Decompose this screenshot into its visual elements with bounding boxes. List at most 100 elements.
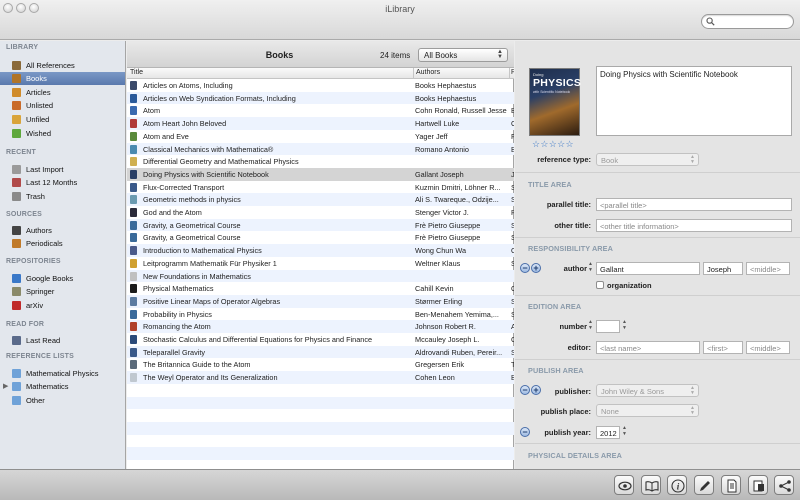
edition-number-field[interactable] [596, 320, 620, 333]
row-extra: F [511, 131, 514, 141]
author-stepper[interactable]: ▲ ▼ [588, 261, 593, 274]
book-thumbnail-icon [130, 169, 137, 179]
author-middle-name-field[interactable]: <middle> [746, 262, 790, 275]
column-authors[interactable]: Authors [416, 69, 440, 76]
book-thumbnail-icon [130, 271, 137, 281]
table-row[interactable]: Romancing the Atom Johnson Robert R. A [127, 320, 514, 333]
search-input[interactable] [717, 16, 789, 27]
sidebar-item-articles[interactable]: Articles [0, 86, 125, 99]
sidebar-item-periodicals[interactable]: Periodicals [0, 237, 125, 250]
publish-year-stepper[interactable]: ▲ ▼ [622, 425, 627, 438]
column-extra[interactable]: P [511, 69, 514, 76]
column-divider[interactable] [413, 68, 414, 79]
number-stepper[interactable]: ▲ ▼ [588, 319, 593, 332]
editor-middle-name-field[interactable]: <middle> [746, 341, 790, 354]
column-divider[interactable] [509, 68, 510, 79]
table-row[interactable]: Articles on Atoms, Including Books Hephae… [127, 79, 514, 92]
sidebar-item-arxiv[interactable]: arXiv [0, 299, 125, 312]
filter-popup[interactable]: All Books ▲ ▼ [418, 48, 508, 62]
row-authors: Cohn Ronald, Russell Jesse [415, 106, 507, 116]
table-row[interactable]: Flux-Corrected Transport Kuzmin Dmitri, L… [127, 181, 514, 194]
table-row[interactable]: Leitprogramm Mathematik Für Physiker 1 We… [127, 257, 514, 270]
organization-checkbox[interactable] [596, 281, 604, 289]
book-thumbnail-icon [130, 81, 137, 90]
sidebar-item-unlisted[interactable]: Unlisted [0, 99, 125, 112]
book-thumbnail-icon [130, 258, 137, 268]
table-row[interactable]: The Britannica Guide to the Atom Gregerse… [127, 358, 514, 371]
table-row[interactable]: The Weyl Operator and Its Generalization… [127, 371, 514, 384]
table-row[interactable]: Geometric methods in physics Ali S. Tware… [127, 193, 514, 206]
disclosure-triangle-icon[interactable]: ▶ [3, 382, 8, 390]
sidebar-item-label: Last Read [26, 336, 61, 345]
book-thumbnail-icon [130, 335, 137, 344]
sidebar-item-all-references[interactable]: All References [0, 59, 125, 72]
organization-label: organization [607, 281, 652, 290]
table-row[interactable]: Classical Mechanics with Mathematica® Rom… [127, 142, 514, 156]
sidebar-item-label: Trash [26, 192, 45, 201]
table-row[interactable]: Atom Heart John Beloved Hartwell Luke C [127, 117, 514, 130]
sidebar-item-label: Books [26, 74, 47, 83]
sidebar-item-unfiled[interactable]: Unfiled [0, 113, 125, 126]
editor-first-name-field[interactable]: <first> [703, 341, 743, 354]
edition-number-stepper[interactable]: ▲ ▼ [622, 319, 627, 332]
table-row[interactable]: Introduction to Mathematical Physics Wong… [127, 244, 514, 257]
share-button[interactable] [774, 475, 794, 495]
search-field[interactable] [701, 14, 794, 29]
column-title[interactable]: Title [130, 69, 143, 76]
table-row[interactable]: Physical Mathematics Cahill Kevin C [127, 282, 514, 295]
sidebar-item-mathematics[interactable]: ▶ Mathematics [0, 380, 125, 393]
edit-button[interactable] [694, 475, 714, 495]
sidebar-item-last-import[interactable]: Last Import [0, 163, 125, 176]
parallel-title-field[interactable]: <parallel title> [596, 198, 792, 211]
table-row[interactable]: Probability in Physics Ben-Menahem Yemima… [127, 308, 514, 321]
table-row[interactable]: Articles on Web Syndication Formats, Inc… [127, 91, 514, 105]
add-author-button[interactable]: + [531, 263, 541, 273]
table-row[interactable]: Gravity, a Geometrical Course Frè Pietro … [127, 231, 514, 244]
sidebar-item-trash[interactable]: Trash [0, 190, 125, 203]
editor-last-name-field[interactable]: <last name> [596, 341, 700, 354]
sidebar-item-google-books[interactable]: Google Books [0, 272, 125, 285]
sidebar-item-springer[interactable]: Springer [0, 285, 125, 298]
row-extra: B [511, 144, 514, 154]
publish-year-field[interactable]: 2012 [596, 426, 620, 439]
sidebar-section-heading: REPOSITORIES [6, 258, 61, 265]
table-row[interactable]: Gravity, a Geometrical Course Frè Pietro … [127, 218, 514, 232]
table-row[interactable]: God and the Atom Stenger Victor J. P [127, 206, 514, 219]
info-icon: i [671, 479, 685, 493]
sidebar-item-last-read[interactable]: Last Read [0, 334, 125, 347]
export-button[interactable] [748, 475, 768, 495]
app-window: iLibrary LIBRARY All References Books Artic… [0, 0, 800, 500]
sidebar-item-mathematical-physics[interactable]: Mathematical Physics [0, 367, 125, 380]
author-last-name-field[interactable]: Gallant [596, 262, 700, 275]
sidebar-item-other[interactable]: Other [0, 394, 125, 407]
table-row[interactable]: Teleparallel Gravity Aldrovandi Ruben, Pe… [127, 345, 514, 359]
reference-type-popup[interactable]: Book ▲ ▼ [596, 153, 699, 166]
sidebar-item-wished[interactable]: Wished [0, 127, 125, 140]
book-thumbnail-icon [130, 208, 137, 217]
publish-place-popup[interactable]: None ▲ ▼ [596, 404, 699, 417]
remove-author-button[interactable]: − [520, 263, 530, 273]
document-button[interactable] [721, 475, 741, 495]
book-cover-image[interactable]: Doing PHYSICS with Scientific Notebook [529, 68, 581, 136]
table-row[interactable]: Atom and Eve Yager Jeff F [127, 130, 514, 143]
publish-area-heading: PUBLISH AREA [528, 366, 584, 375]
sidebar-item-last-12-months[interactable]: Last 12 Months [0, 176, 125, 189]
publisher-popup[interactable]: John Wiley & Sons ▲ ▼ [596, 384, 699, 397]
read-button[interactable] [641, 475, 661, 495]
row-authors: Yager Jeff [415, 131, 448, 141]
calendar-icon [12, 178, 21, 187]
table-row[interactable]: New Foundations in Mathematics [127, 269, 514, 283]
preview-button[interactable] [614, 475, 634, 495]
table-row[interactable]: Doing Physics with Scientific Notebook Ga… [127, 167, 514, 181]
other-title-field[interactable]: <other title information> [596, 219, 792, 232]
title-text-area[interactable]: Doing Physics with Scientific Notebook [596, 66, 792, 136]
table-row[interactable]: Stochastic Calculus and Differential Equ… [127, 333, 514, 346]
rating-stars[interactable]: ☆☆☆☆☆ [532, 139, 574, 150]
table-row[interactable]: Differential Geometry and Mathematical P… [127, 155, 514, 168]
sidebar-item-books[interactable]: Books [0, 72, 125, 85]
sidebar-item-authors[interactable]: Authors [0, 224, 125, 237]
info-button[interactable]: i [667, 475, 687, 495]
author-first-name-field[interactable]: Joseph [703, 262, 743, 275]
table-row[interactable]: Atom Cohn Ronald, Russell Jesse B [127, 104, 514, 117]
table-row[interactable]: Positive Linear Maps of Operator Algebra… [127, 294, 514, 308]
